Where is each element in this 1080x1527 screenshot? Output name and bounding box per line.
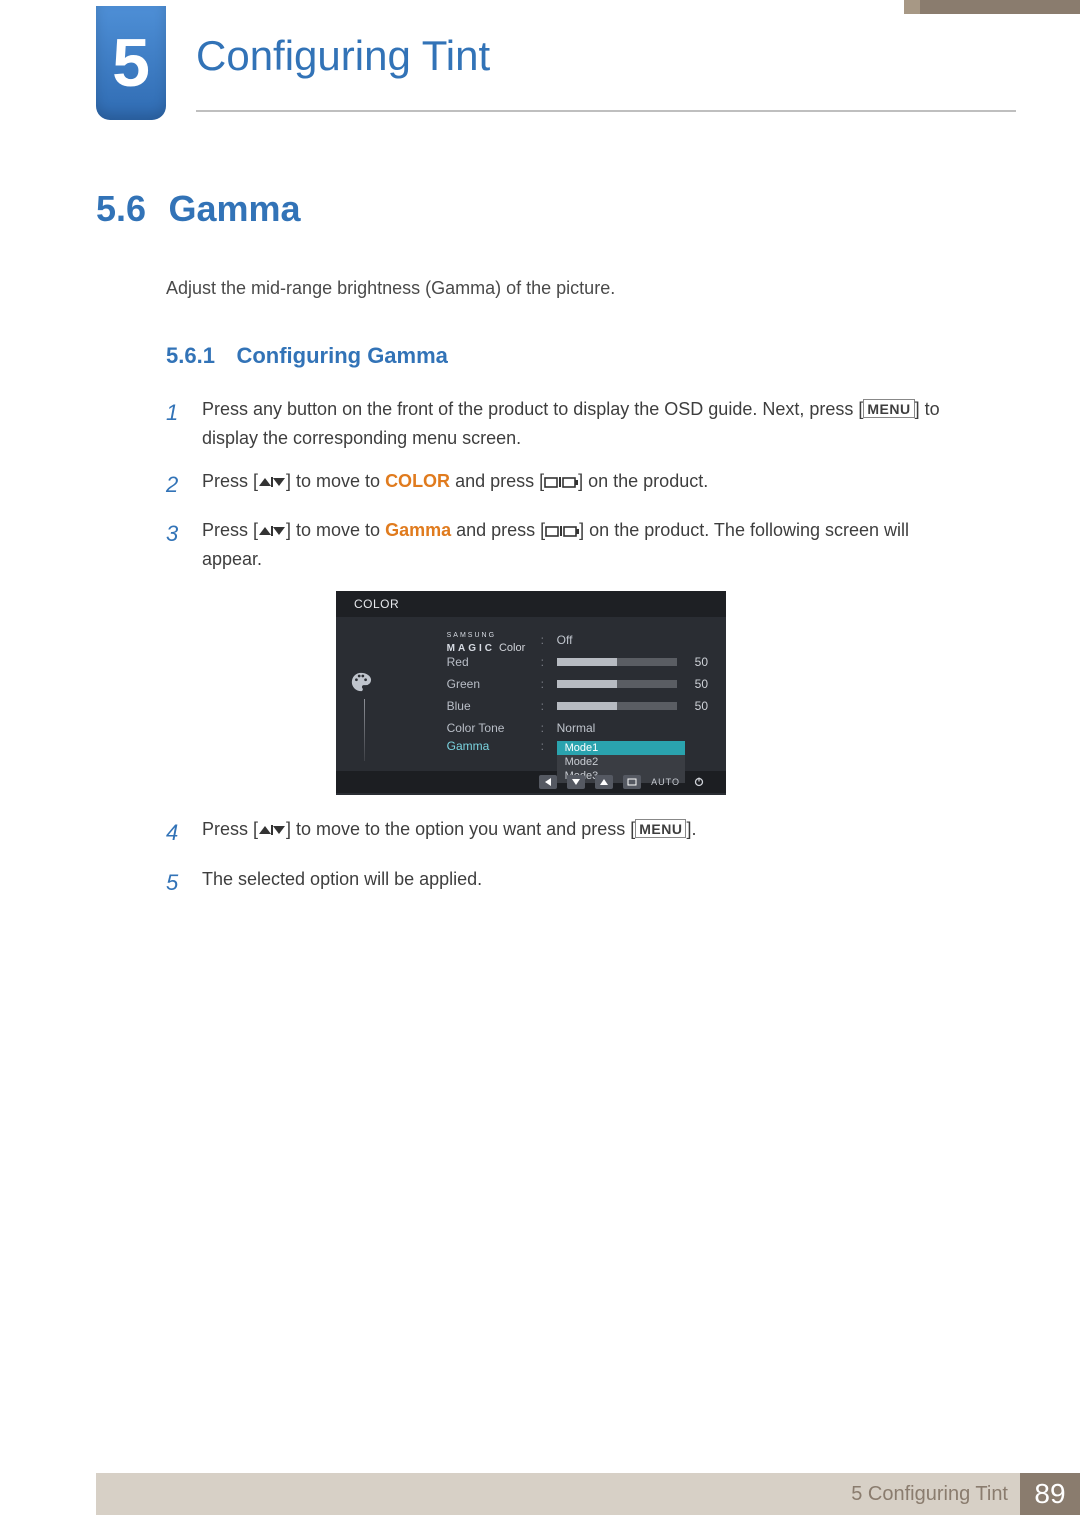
step-text: Press [ ] to move to the option you want … <box>202 815 966 850</box>
up-down-icon <box>258 819 286 839</box>
nav-left-icon <box>539 775 557 789</box>
slider-bar <box>557 702 677 710</box>
footer-text: 5 Configuring Tint <box>851 1483 1008 1506</box>
section-number: 5.6 <box>96 188 164 230</box>
text: ] to move to <box>286 471 385 491</box>
step-list: 1 Press any button on the front of the p… <box>166 395 966 573</box>
nav-down-icon <box>567 775 585 789</box>
slider-value: 50 <box>695 699 708 713</box>
text: Press [ <box>202 520 258 540</box>
step-number: 5 <box>166 865 184 900</box>
nav-enter-icon <box>623 775 641 789</box>
step-text: Press [ ] to move to COLOR and press [ ] o… <box>202 467 966 502</box>
text: Press [ <box>202 819 258 839</box>
osd-row-magic-color: SAMSUNG MAGICColor : Off <box>447 629 708 651</box>
step-text: Press any button on the front of the pro… <box>202 395 966 453</box>
text: ]. <box>686 819 696 839</box>
osd-row-gamma: Gamma: Mode1 Mode2 Mode3 <box>447 739 708 761</box>
slider-value: 50 <box>695 677 708 691</box>
subsection-heading: 5.6.1 Configuring Gamma <box>166 343 966 369</box>
magic-suffix: Color <box>499 642 525 654</box>
palette-icon <box>350 671 372 693</box>
text: ] on the product. <box>578 471 708 491</box>
osd-label-selected: Gamma <box>447 739 533 753</box>
magic-bot: MAGIC <box>447 643 495 654</box>
step-2: 2 Press [ ] to move to COLOR and press []… <box>166 467 966 502</box>
keyword-gamma: Gamma <box>385 520 451 540</box>
power-icon <box>690 775 708 789</box>
slider-bar <box>557 680 677 688</box>
section-intro: Adjust the mid-range brightness (Gamma) … <box>166 278 966 299</box>
enter-source-icon <box>545 520 579 540</box>
osd-label: Color Tone <box>447 721 533 735</box>
menu-button-label: MENU <box>635 819 686 838</box>
osd-value: Off <box>557 633 573 647</box>
magic-top: SAMSUNG <box>447 632 496 639</box>
osd-row-colortone: Color Tone: Normal <box>447 717 708 739</box>
step-number: 3 <box>166 516 184 574</box>
page-number-badge: 89 <box>1020 1473 1080 1515</box>
step-text: The selected option will be applied. <box>202 865 966 900</box>
osd-row-red: Red: 50 <box>447 651 708 673</box>
keyword-color: COLOR <box>385 471 450 491</box>
step-list-continued: 4 Press [ ] to move to the option you wan… <box>166 815 966 899</box>
subsection-number: 5.6.1 <box>166 343 232 369</box>
nav-up-icon <box>595 775 613 789</box>
osd-value: Normal <box>557 721 596 735</box>
step-number: 1 <box>166 395 184 453</box>
enter-source-icon <box>544 471 578 491</box>
osd-title: COLOR <box>336 591 726 617</box>
chapter-header: 5 Configuring Tint <box>0 0 1080 130</box>
step-5: 5 The selected option will be applied. <box>166 865 966 900</box>
osd-label: Green <box>447 677 533 691</box>
auto-label: AUTO <box>651 777 680 787</box>
section-heading: 5.6 Gamma <box>96 188 966 230</box>
step-number: 4 <box>166 815 184 850</box>
step-number: 2 <box>166 467 184 502</box>
osd-label: Red <box>447 655 533 669</box>
osd-label: Blue <box>447 699 533 713</box>
menu-button-label: MENU <box>863 399 914 418</box>
step-4: 4 Press [ ] to move to the option you wan… <box>166 815 966 850</box>
text: Press [ <box>202 471 258 491</box>
up-down-icon <box>258 520 286 540</box>
gamma-option-selected: Mode1 <box>557 741 685 755</box>
slider-bar <box>557 658 677 666</box>
section-title: Gamma <box>168 188 300 229</box>
text: ] to move to <box>286 520 385 540</box>
subsection-title: Configuring Gamma <box>236 343 447 368</box>
text: and press [ <box>450 471 544 491</box>
chapter-number-badge: 5 <box>96 6 166 120</box>
up-down-icon <box>258 471 286 491</box>
page-footer: 5 Configuring Tint 89 <box>0 1473 1080 1527</box>
osd-row-blue: Blue: 50 <box>447 695 708 717</box>
step-text: Press [] to move to Gamma and press [] o… <box>202 516 966 574</box>
osd-row-green: Green: 50 <box>447 673 708 695</box>
text: Press any button on the front of the pro… <box>202 399 863 419</box>
slider-value: 50 <box>695 655 708 669</box>
page-content: 5.6 Gamma Adjust the mid-range brightnes… <box>96 188 966 914</box>
step-1: 1 Press any button on the front of the p… <box>166 395 966 453</box>
step-3: 3 Press [] to move to Gamma and press []… <box>166 516 966 574</box>
osd-screenshot: COLOR SAMSUNG MAGICColor : Off Red: <box>336 591 726 795</box>
chapter-title: Configuring Tint <box>196 32 1016 112</box>
text: and press [ <box>451 520 545 540</box>
osd-decoration-line <box>364 699 365 761</box>
text: ] to move to the option you want and pre… <box>286 819 635 839</box>
gamma-option: Mode2 <box>557 755 685 769</box>
